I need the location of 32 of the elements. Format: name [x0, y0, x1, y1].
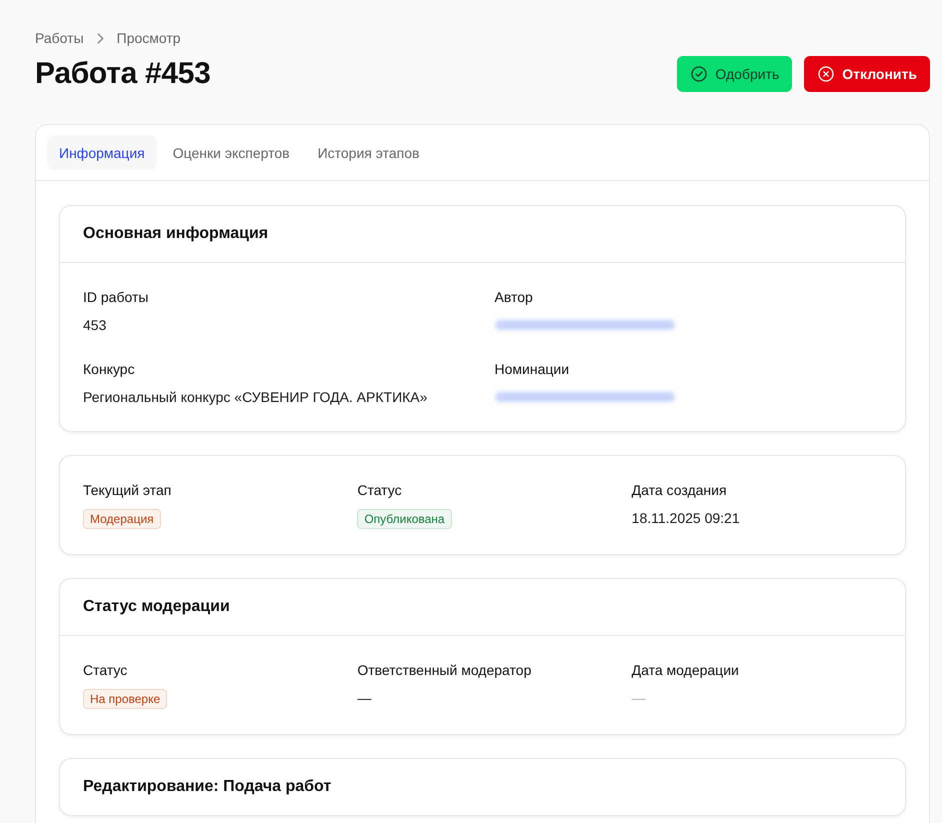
field-label: Статус [357, 481, 402, 500]
reject-button[interactable]: Отклонить [804, 56, 930, 92]
tab[interactable]: История этапов [306, 135, 432, 170]
breadcrumb-link[interactable]: Работы [35, 30, 84, 46]
card-title: Статус модерации [83, 598, 230, 616]
field-value: 453 [83, 316, 106, 335]
field-label: Дата создания [632, 481, 727, 500]
field-label: ID работы [83, 288, 148, 307]
x-circle-icon [818, 66, 834, 82]
card-title: Редактирование: Подача работ [83, 778, 332, 796]
status-badge: Опубликована [357, 509, 452, 529]
card-title: Основная информация [83, 225, 268, 243]
field-label: Номинации [494, 360, 570, 379]
page-title: Работа #453 [35, 56, 211, 92]
breadcrumb-link[interactable]: Просмотр [116, 30, 181, 46]
field-value: — [632, 689, 646, 708]
field-label: Текущий этап [83, 481, 172, 500]
status-badge: На проверке [83, 689, 168, 709]
field-label: Ответственный модератор [357, 661, 532, 680]
field-label: Конкурс [83, 360, 135, 379]
chevron-right-icon [96, 32, 104, 44]
status-badge: Модерация [83, 509, 161, 529]
field-label: Дата модерации [632, 661, 739, 680]
field-value: 18.11.2025 09:21 [632, 509, 740, 528]
field-value: — [357, 689, 372, 708]
approve-button[interactable]: Одобрить [677, 56, 792, 92]
field-label: Автор [494, 288, 533, 307]
tab[interactable]: Оценки экспертов [160, 135, 302, 170]
field-value: Региональный конкурс «СУВЕНИР ГОДА. АРКТИКА» [83, 388, 428, 407]
check-circle-icon [691, 66, 708, 82]
field-label: Статус [83, 661, 128, 680]
tab[interactable]: Информация [47, 135, 157, 170]
